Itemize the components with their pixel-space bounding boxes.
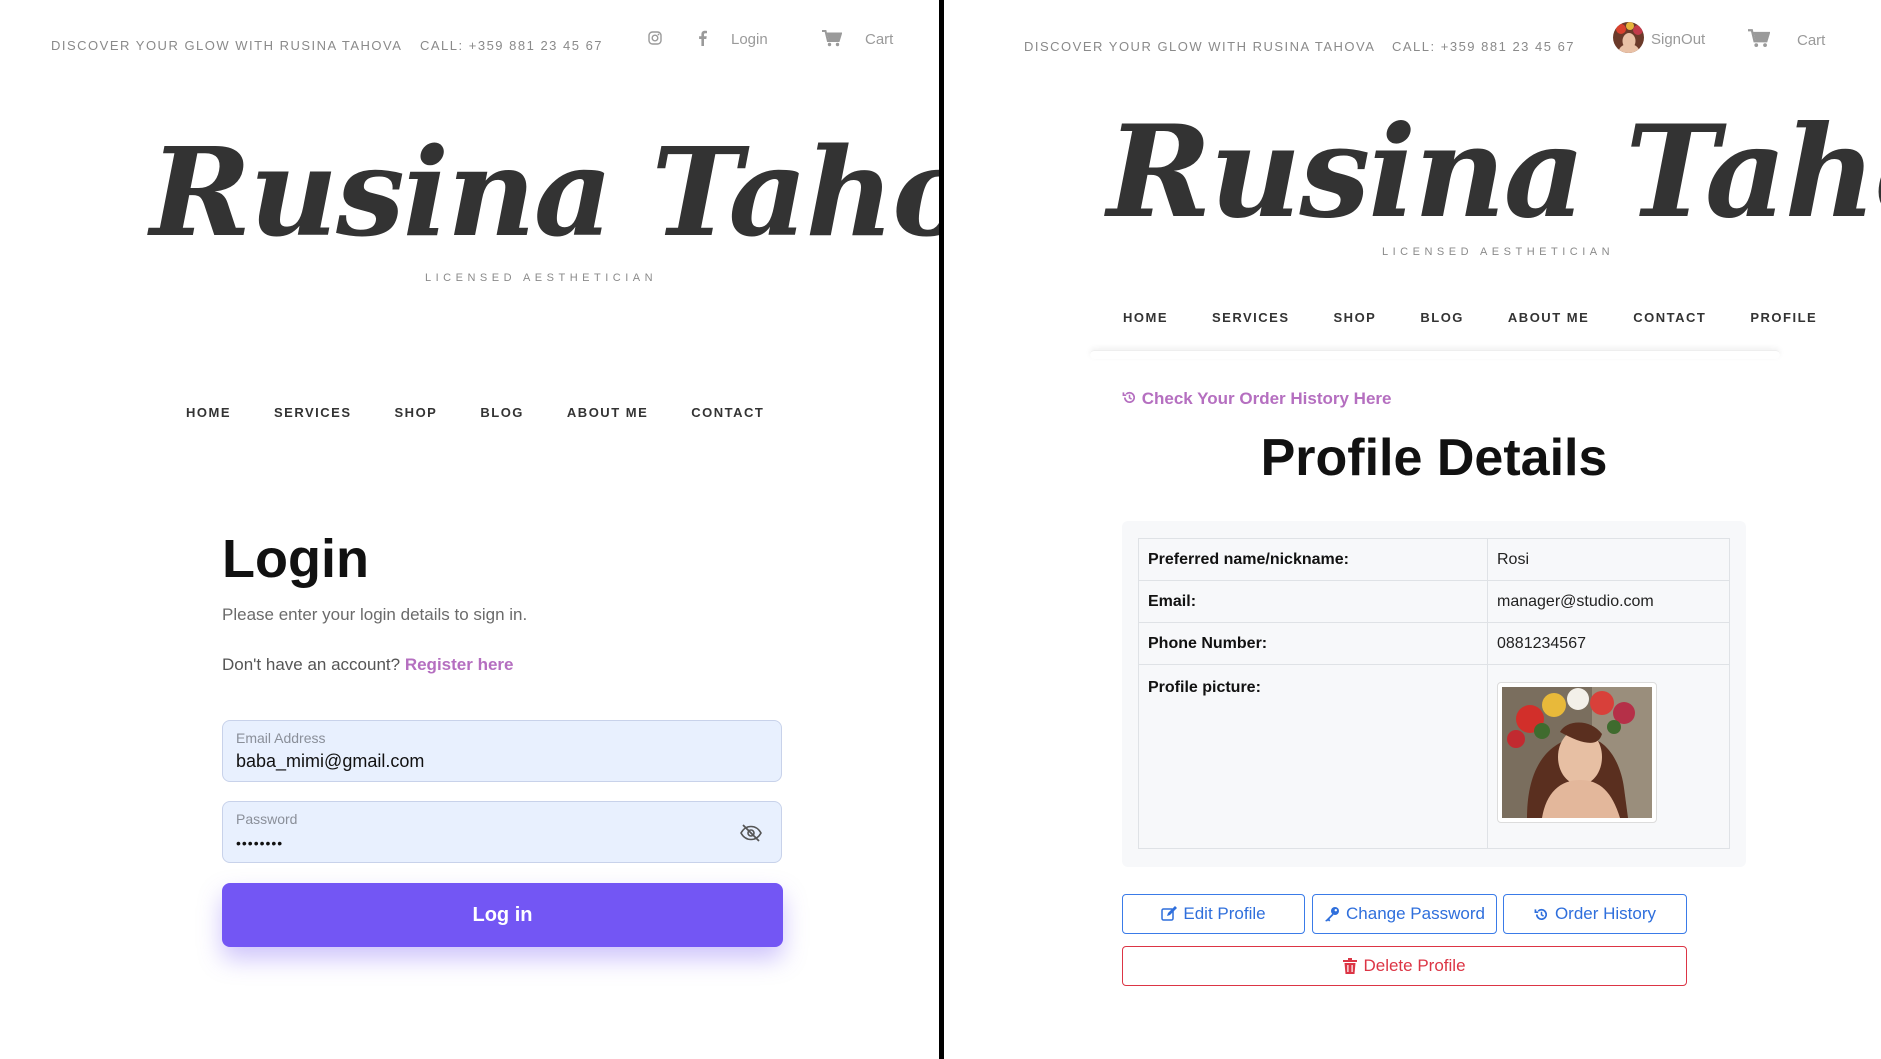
login-description: Please enter your login details to sign … <box>222 605 528 624</box>
edit-icon <box>1161 906 1178 921</box>
nav-shop[interactable]: SHOP <box>395 405 438 420</box>
profile-details-table: Preferred name/nickname: Rosi Email: man… <box>1138 538 1730 849</box>
table-row: Preferred name/nickname: Rosi <box>1138 538 1730 581</box>
phone-value: 0881234567 <box>1487 622 1730 665</box>
order-history-link[interactable]: Check Your Order History Here <box>1122 389 1391 409</box>
cart-icon[interactable] <box>1748 29 1771 53</box>
order-history-link-label[interactable]: Check Your Order History Here <box>1142 389 1392 408</box>
edit-profile-label: Edit Profile <box>1183 904 1266 923</box>
profile-picture-label: Profile picture: <box>1138 664 1488 849</box>
nav-about-me[interactable]: ABOUT ME <box>567 405 648 420</box>
tagline: DISCOVER YOUR GLOW WITH RUSINA TAHOVA <box>1024 39 1376 54</box>
nav-contact[interactable]: CONTACT <box>1633 310 1706 325</box>
logo-subtitle: LICENSED AESTHETICIAN <box>425 272 658 284</box>
email-label: Email: <box>1138 580 1488 623</box>
tagline: DISCOVER YOUR GLOW WITH RUSINA TAHOVA <box>51 38 403 53</box>
email-field-label: Email Address <box>236 730 326 746</box>
email-field-value[interactable]: baba_mimi@gmail.com <box>236 751 424 772</box>
profile-picture <box>1497 682 1657 823</box>
login-page-panel: DISCOVER YOUR GLOW WITH RUSINA TAHOVA CA… <box>0 0 939 1059</box>
signout-link[interactable]: SignOut <box>1651 31 1705 48</box>
login-link[interactable]: Login <box>731 31 768 48</box>
nav-profile[interactable]: PROFILE <box>1750 310 1817 325</box>
history-icon <box>1534 908 1547 920</box>
facebook-icon[interactable] <box>698 30 707 51</box>
logo-title[interactable]: Rusina Tahova <box>1107 98 1881 246</box>
table-row: Email: manager@studio.com <box>1138 580 1730 623</box>
instagram-icon[interactable] <box>648 31 662 50</box>
phone-label: Phone Number: <box>1138 622 1488 665</box>
password-field[interactable]: Password •••••••• <box>222 801 782 863</box>
nav-services[interactable]: SERVICES <box>274 405 352 420</box>
main-nav: HOME SERVICES SHOP BLOG ABOUT ME CONTACT <box>186 405 764 420</box>
profile-page-panel: DISCOVER YOUR GLOW WITH RUSINA TAHOVA CA… <box>945 0 1881 1059</box>
nav-about-me[interactable]: ABOUT ME <box>1508 310 1589 325</box>
nav-contact[interactable]: CONTACT <box>691 405 764 420</box>
nav-shop[interactable]: SHOP <box>1334 310 1377 325</box>
logo-title[interactable]: Rusina Tahova <box>150 120 939 264</box>
password-field-value[interactable]: •••••••• <box>236 835 283 851</box>
user-avatar[interactable] <box>1613 22 1644 53</box>
cart-link[interactable]: Cart <box>865 31 893 48</box>
order-history-label: Order History <box>1554 904 1657 923</box>
change-password-label: Change Password <box>1346 904 1485 923</box>
email-value: manager@studio.com <box>1487 580 1730 623</box>
order-history-button[interactable]: Order History <box>1503 894 1687 934</box>
nav-home[interactable]: HOME <box>186 405 231 420</box>
profile-picture-cell <box>1487 664 1730 849</box>
nav-blog[interactable]: BLOG <box>480 405 524 420</box>
main-nav: HOME SERVICES SHOP BLOG ABOUT ME CONTACT… <box>1123 310 1817 325</box>
cart-icon[interactable] <box>822 30 843 52</box>
phone-number: CALL: +359 881 23 45 67 <box>420 38 604 53</box>
nav-blog[interactable]: BLOG <box>1420 310 1464 325</box>
email-field[interactable]: Email Address baba_mimi@gmail.com <box>222 720 782 782</box>
phone-number: CALL: +359 881 23 45 67 <box>1392 39 1576 54</box>
nav-services[interactable]: SERVICES <box>1212 310 1290 325</box>
change-password-button[interactable]: Change Password <box>1312 894 1497 934</box>
nav-home[interactable]: HOME <box>1123 310 1168 325</box>
cart-link[interactable]: Cart <box>1797 32 1825 49</box>
password-field-label: Password <box>236 811 298 827</box>
register-prompt: Don't have an account? Register here <box>222 655 514 675</box>
history-icon <box>1122 391 1135 403</box>
login-submit-button[interactable]: Log in <box>222 883 783 947</box>
logo-subtitle: LICENSED AESTHETICIAN <box>1382 246 1615 258</box>
trash-icon <box>1343 958 1358 974</box>
key-icon <box>1325 907 1340 922</box>
delete-profile-label: Delete Profile <box>1363 956 1466 975</box>
profile-heading: Profile Details <box>1260 429 1608 487</box>
table-row: Phone Number: 0881234567 <box>1138 622 1730 665</box>
delete-profile-button[interactable]: Delete Profile <box>1122 946 1687 986</box>
edit-profile-button[interactable]: Edit Profile <box>1122 894 1305 934</box>
eye-slash-icon[interactable] <box>740 824 762 847</box>
nickname-label: Preferred name/nickname: <box>1138 538 1488 581</box>
table-row: Profile picture: <box>1138 664 1730 849</box>
register-prompt-text: Don't have an account? <box>222 655 401 674</box>
login-title: Login <box>222 529 369 589</box>
nickname-value: Rosi <box>1487 538 1730 581</box>
nav-divider <box>1090 350 1780 359</box>
panel-divider <box>939 0 944 1059</box>
register-link[interactable]: Register here <box>405 655 514 674</box>
